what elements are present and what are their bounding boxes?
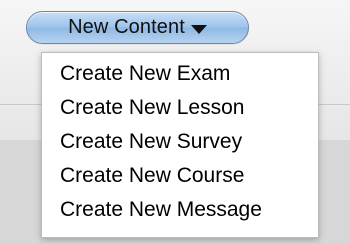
menu-item-create-new-survey[interactable]: Create New Survey [60, 130, 242, 154]
menu-item-create-new-lesson[interactable]: Create New Lesson [60, 96, 244, 120]
menu-item-create-new-course[interactable]: Create New Course [60, 164, 244, 188]
new-content-button[interactable]: New Content [26, 11, 249, 44]
new-content-menu: Create New Exam Create New Lesson Create… [41, 52, 319, 238]
chevron-down-icon [190, 24, 207, 34]
new-content-label: New Content [68, 16, 185, 38]
menu-item-create-new-message[interactable]: Create New Message [60, 198, 262, 222]
menu-item-create-new-exam[interactable]: Create New Exam [60, 62, 230, 86]
